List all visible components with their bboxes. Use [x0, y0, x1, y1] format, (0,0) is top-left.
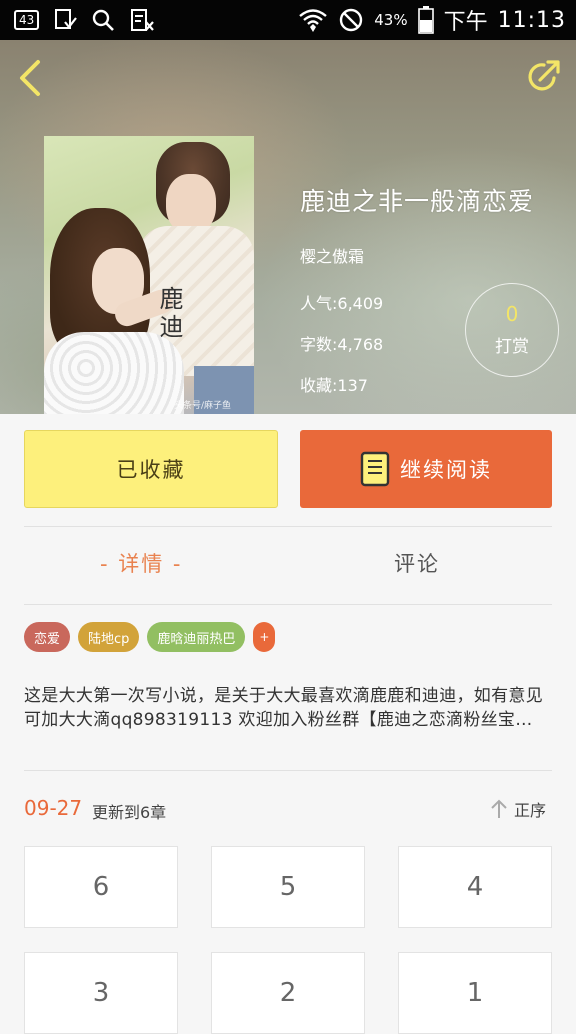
sim-off-icon — [129, 8, 155, 32]
tip-button[interactable]: 0 打赏 — [465, 283, 559, 377]
chapter-item[interactable]: 4 — [398, 846, 552, 928]
status-bar: 43 43% 下午 11:13 — [0, 0, 576, 40]
chapter-item[interactable]: 2 — [211, 952, 365, 1034]
tag-item[interactable]: 鹿晗迪丽热巴 — [147, 622, 246, 652]
book-icon — [360, 451, 390, 487]
tip-count: 0 — [505, 302, 519, 326]
arrow-up-icon — [491, 799, 507, 818]
book-cover[interactable]: 鹿迪 头条号/麻子鱼 — [44, 136, 254, 414]
do-not-disturb-icon — [338, 7, 364, 33]
notification-badge: 43 — [14, 10, 40, 30]
popularity-stat: 人气:6,409 — [300, 294, 384, 313]
share-button[interactable] — [524, 56, 564, 96]
cover-figure-dress — [44, 332, 184, 414]
sort-order-label: 正序 — [514, 801, 547, 820]
battery-percent: 43% — [374, 11, 408, 29]
book-author[interactable]: 樱之傲霜 — [300, 243, 364, 267]
search-icon — [91, 8, 115, 32]
status-ampm: 下午 — [443, 10, 488, 35]
chapter-item[interactable]: 6 — [24, 846, 178, 928]
cover-title: 鹿迪 — [155, 286, 183, 342]
continue-reading-button[interactable]: 继续阅读 — [300, 430, 552, 508]
favorites-stat: 收藏:137 — [300, 376, 368, 395]
add-tag-button[interactable]: + — [253, 622, 276, 652]
word-count-stat: 字数:4,768 — [300, 335, 384, 354]
tip-label: 打赏 — [495, 337, 529, 357]
wifi-icon — [298, 7, 328, 33]
divider — [24, 604, 552, 605]
chapter-item[interactable]: 5 — [211, 846, 365, 928]
divider — [24, 770, 552, 771]
book-title: 鹿迪之非一般滴恋爱 — [300, 187, 535, 216]
sort-order-button[interactable]: 正序 — [490, 797, 546, 821]
download-icon — [53, 8, 78, 32]
book-header: 鹿迪 头条号/麻子鱼 鹿迪之非一般滴恋爱 樱之傲霜 人气:6,409 字数:4,… — [0, 40, 576, 414]
tag-item[interactable]: 恋爱 — [24, 622, 71, 652]
back-arrow-icon — [20, 60, 40, 96]
share-icon — [528, 60, 560, 91]
tag-list: 恋爱 陆地cp 鹿晗迪丽热巴 + — [24, 622, 276, 652]
cover-figure-face — [166, 174, 216, 234]
battery-icon — [417, 6, 434, 34]
favorite-button-label: 已收藏 — [116, 458, 186, 482]
back-button[interactable] — [14, 58, 50, 98]
update-status: 更新到6章 — [92, 803, 167, 822]
chapter-item[interactable]: 1 — [398, 952, 552, 1034]
book-info: 鹿迪之非一般滴恋爱 — [300, 182, 534, 218]
cover-watermark: 头条号/麻子鱼 — [174, 401, 232, 411]
book-description[interactable]: 这是大大第一次写小说，是关于大大最喜欢滴鹿鹿和迪迪，如有意见可加大大滴qq898… — [24, 684, 554, 732]
tab-detail[interactable]: - 详情 - — [100, 548, 183, 578]
status-time: 11:13 — [497, 7, 566, 33]
tab-comment[interactable]: 评论 — [394, 548, 440, 578]
divider — [24, 526, 552, 527]
continue-reading-label: 继续阅读 — [400, 458, 492, 482]
tag-item[interactable]: 陆地cp — [78, 622, 140, 652]
chapter-item[interactable]: 3 — [24, 952, 178, 1034]
update-date: 09-27 — [24, 796, 83, 820]
favorite-button[interactable]: 已收藏 — [24, 430, 278, 508]
